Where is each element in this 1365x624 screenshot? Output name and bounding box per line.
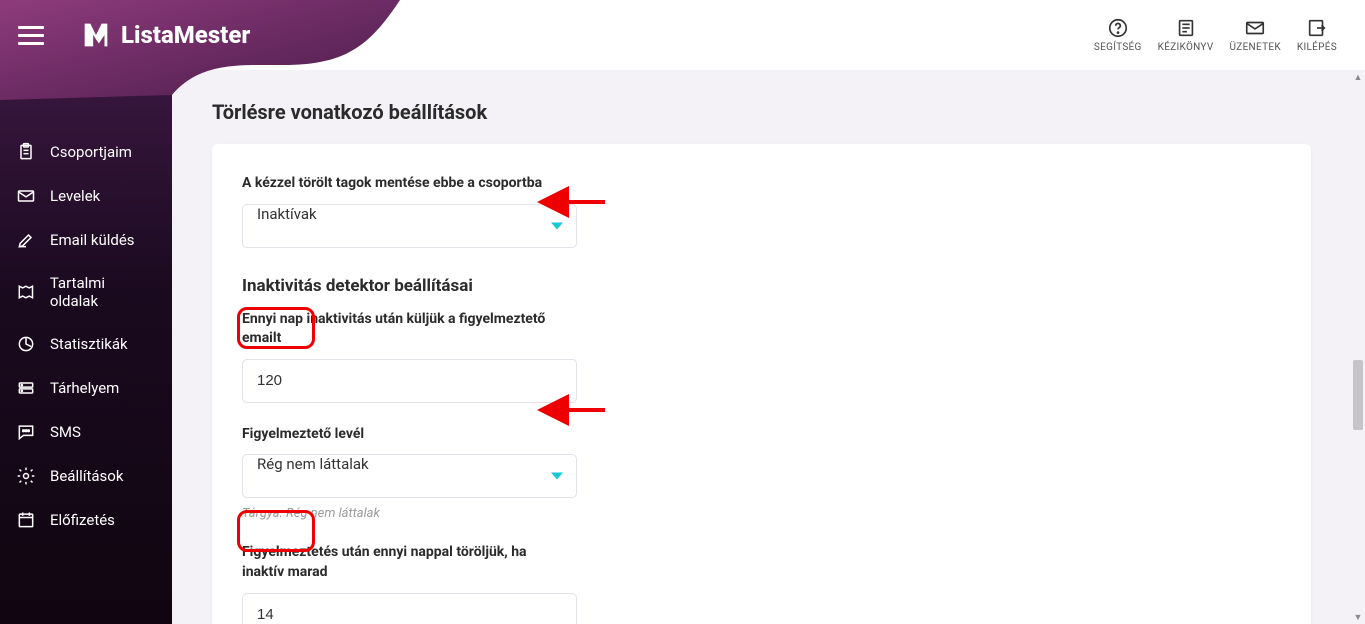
storage-icon (16, 378, 36, 398)
pages-icon (16, 282, 36, 302)
sidebar-item-subscription[interactable]: Előfizetés (0, 498, 172, 542)
warn-days-label: Ennyi nap inaktivitás után küljük a figy… (242, 310, 572, 349)
delete-group-select-wrap: Inaktívak (242, 204, 577, 248)
messages-button[interactable]: ÜZENETEK (1230, 17, 1281, 53)
topbar-label: ÜZENETEK (1230, 42, 1281, 53)
delete-days-label: Figyelmeztetés után ennyi nappal töröljü… (242, 543, 572, 582)
sidebar-item-label: Levelek (50, 187, 100, 205)
sidebar-item-label: Tartalmi oldalak (50, 274, 156, 310)
delete-group-select[interactable]: Inaktívak (242, 204, 577, 248)
sidebar-item-label: Tárhelyem (50, 379, 119, 397)
sidebar-item-stats[interactable]: Statisztikák (0, 322, 172, 366)
warn-letter-select-wrap: Rég nem láttalak (242, 454, 577, 498)
warn-letter-select[interactable]: Rég nem láttalak (242, 454, 577, 498)
delete-group-label: A kézzel törölt tagok mentése ebbe a cso… (242, 174, 572, 194)
topbar-label: SEGÍTSÉG (1094, 42, 1142, 53)
main-content: Törlésre vonatkozó beállítások A kézzel … (172, 70, 1351, 624)
logo-area: ListaMester (0, 0, 250, 70)
brand-name: ListaMester (121, 21, 250, 49)
page-title: Törlésre vonatkozó beállítások (212, 100, 1311, 124)
chart-icon (16, 334, 36, 354)
sidebar-item-label: Statisztikák (50, 335, 128, 353)
scroll-thumb[interactable] (1353, 360, 1363, 430)
sidebar-item-label: Email küldés (50, 231, 135, 249)
warn-days-input[interactable] (242, 359, 577, 403)
topbar-label: KILÉPÉS (1297, 42, 1337, 53)
sidebar-item-groups[interactable]: Csoportjaim (0, 130, 172, 174)
sidebar-item-label: Beállítások (50, 467, 123, 485)
settings-card: A kézzel törölt tagok mentése ebbe a cso… (212, 144, 1311, 624)
logout-icon (1306, 17, 1328, 39)
sidebar-item-letters[interactable]: Levelek (0, 174, 172, 218)
calendar-icon (16, 510, 36, 530)
sidebar-item-sms[interactable]: SMS (0, 410, 172, 454)
help-icon (1107, 17, 1129, 39)
sidebar-item-send[interactable]: Email küldés (0, 218, 172, 262)
sms-icon (16, 422, 36, 442)
mail-icon (1244, 17, 1266, 39)
hamburger-button[interactable] (18, 22, 44, 48)
sidebar-item-pages[interactable]: Tartalmi oldalak (0, 262, 172, 322)
delete-days-input[interactable] (242, 593, 577, 624)
logout-button[interactable]: KILÉPÉS (1297, 17, 1337, 53)
sidebar-item-label: Előfizetés (50, 511, 115, 529)
scroll-up-button[interactable]: ▲ (1351, 70, 1365, 84)
mail-icon (16, 186, 36, 206)
section-heading: Inaktivitás detektor beállításai (242, 276, 1281, 296)
sidebar: Csoportjaim Levelek Email küldés Tartalm… (0, 70, 172, 624)
clipboard-icon (16, 142, 36, 162)
edit-icon (16, 230, 36, 250)
sidebar-item-label: SMS (50, 423, 81, 441)
logo-icon (79, 18, 113, 52)
manual-button[interactable]: KÉZIKÖNYV (1158, 17, 1214, 53)
settings-icon (16, 466, 36, 486)
book-icon (1175, 17, 1197, 39)
delete-days-input-wrap (242, 593, 577, 624)
brand-logo[interactable]: ListaMester (79, 18, 250, 52)
sidebar-item-settings[interactable]: Beállítások (0, 454, 172, 498)
scroll-down-button[interactable]: ▼ (1351, 610, 1365, 624)
warn-letter-label: Figyelmeztető levél (242, 425, 572, 445)
warn-days-input-wrap (242, 359, 577, 403)
sidebar-item-label: Csoportjaim (50, 143, 132, 161)
sidebar-item-storage[interactable]: Tárhelyem (0, 366, 172, 410)
warn-letter-helper: Tárgya: Rég nem láttalak (242, 506, 1281, 521)
topbar-label: KÉZIKÖNYV (1158, 42, 1214, 53)
scrollbar[interactable]: ▲ ▼ (1351, 70, 1365, 624)
help-button[interactable]: SEGÍTSÉG (1094, 17, 1142, 53)
